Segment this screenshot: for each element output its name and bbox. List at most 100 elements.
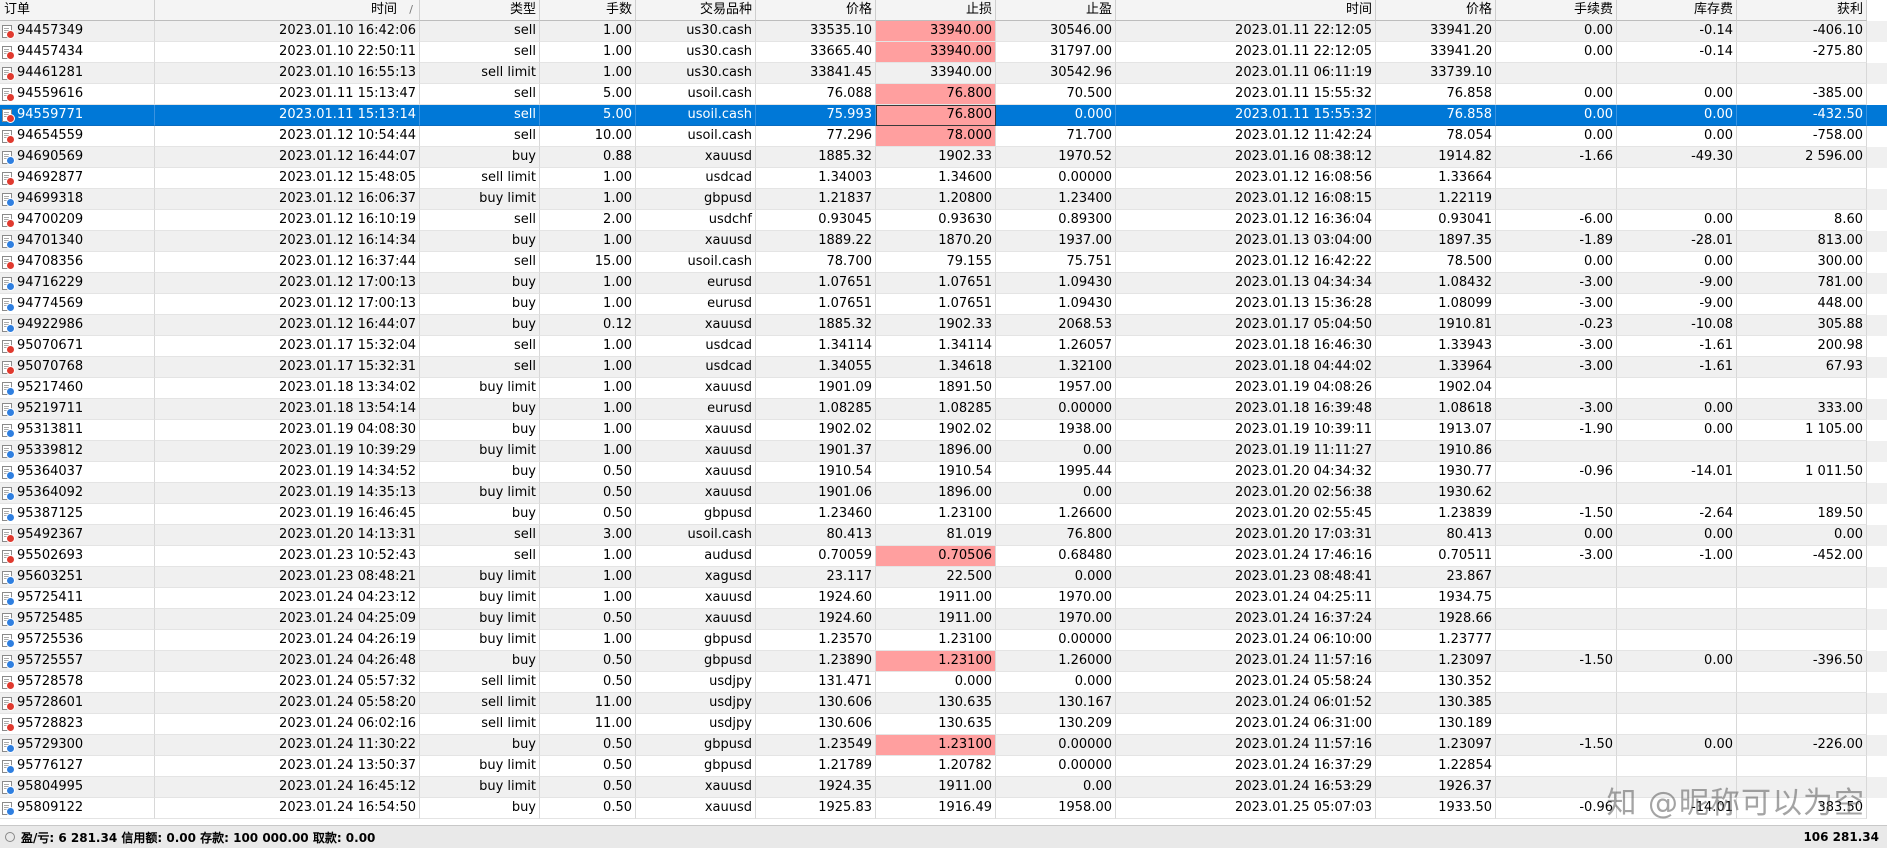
table-row[interactable]: 94922986 2023.01.12 16:44:07 buy 0.12 xauusd… xyxy=(0,315,1887,336)
cell-profit: 781.00 xyxy=(1737,273,1867,294)
cell-commission xyxy=(1496,189,1617,210)
table-row[interactable]: 95313811 2023.01.19 04:08:30 buy 1.00 xauusd… xyxy=(0,420,1887,441)
cell-type: buy xyxy=(420,399,540,420)
cell-profit xyxy=(1737,588,1867,609)
cell-commission xyxy=(1496,483,1617,504)
table-row[interactable]: 95776127 2023.01.24 13:50:37 buy limit 0.50… xyxy=(0,756,1887,777)
cell-sl: 1911.00 xyxy=(876,588,996,609)
cell-time: 2023.01.23 08:48:21 xyxy=(155,567,420,588)
table-row[interactable]: 94690569 2023.01.12 16:44:07 buy 0.88 xauusd… xyxy=(0,147,1887,168)
table-row[interactable]: 95364092 2023.01.19 14:35:13 buy limit 0.50… xyxy=(0,483,1887,504)
cell-profit: 448.00 xyxy=(1737,294,1867,315)
table-row[interactable]: 95725536 2023.01.24 04:26:19 buy limit 1.00… xyxy=(0,630,1887,651)
cell-tp: 0.00000 xyxy=(996,735,1116,756)
table-row[interactable]: 94774569 2023.01.12 17:00:13 buy 1.00 eurusd… xyxy=(0,294,1887,315)
cell-order: 95219711 xyxy=(0,399,155,420)
cell-profit xyxy=(1737,756,1867,777)
cell-profit: 200.98 xyxy=(1737,336,1867,357)
table-row[interactable]: 94692877 2023.01.12 15:48:05 sell limit 1.0… xyxy=(0,168,1887,189)
order-direction-badge-icon xyxy=(6,302,15,312)
table-row[interactable]: 95725411 2023.01.24 04:23:12 buy limit 1.00… xyxy=(0,588,1887,609)
table-row[interactable]: 94699318 2023.01.12 16:06:37 buy limit 1.00… xyxy=(0,189,1887,210)
col-header-order[interactable]: 订单 xyxy=(0,0,155,21)
table-row[interactable]: 95725557 2023.01.24 04:26:48 buy 0.50 gbpusd… xyxy=(0,651,1887,672)
table-row[interactable]: 94457434 2023.01.10 22:50:11 sell 1.00 us30.… xyxy=(0,42,1887,63)
col-header-type[interactable]: 类型 xyxy=(420,0,540,21)
table-row[interactable]: 94716229 2023.01.12 17:00:13 buy 1.00 eurusd… xyxy=(0,273,1887,294)
order-number: 94701340 xyxy=(17,233,84,248)
table-row[interactable]: 95729300 2023.01.24 11:30:22 buy 0.50 gbpusd… xyxy=(0,735,1887,756)
table-row[interactable]: 94700209 2023.01.12 16:10:19 sell 2.00 usdch… xyxy=(0,210,1887,231)
table-row[interactable]: 95809122 2023.01.24 16:54:50 buy 0.50 xauusd… xyxy=(0,798,1887,819)
col-header-tp[interactable]: 止盈 xyxy=(996,0,1116,21)
cell-order: 94559771 xyxy=(0,105,155,126)
cell-close-time: 2023.01.20 17:03:31 xyxy=(1116,525,1376,546)
table-row[interactable]: 94654559 2023.01.12 10:54:44 sell 10.00 usoi… xyxy=(0,126,1887,147)
cell-commission: 0.00 xyxy=(1496,252,1617,273)
table-row[interactable]: 95502693 2023.01.23 10:52:43 sell 1.00 audus… xyxy=(0,546,1887,567)
cell-symbol: xauusd xyxy=(636,462,756,483)
table-row[interactable]: 95728601 2023.01.24 05:58:20 sell limit 11.… xyxy=(0,693,1887,714)
table-row[interactable]: 94461281 2023.01.10 16:55:13 sell limit 1.0… xyxy=(0,63,1887,84)
table-row[interactable]: 94701340 2023.01.12 16:14:34 buy 1.00 xauusd… xyxy=(0,231,1887,252)
order-doc-icon xyxy=(2,759,15,774)
table-row[interactable]: 94457349 2023.01.10 16:42:06 sell 1.00 us30.… xyxy=(0,21,1887,42)
order-number: 94690569 xyxy=(17,149,84,164)
cell-close-time: 2023.01.25 05:07:03 xyxy=(1116,798,1376,819)
table-row[interactable]: 94708356 2023.01.12 16:37:44 sell 15.00 usoi… xyxy=(0,252,1887,273)
table-row[interactable]: 95219711 2023.01.18 13:54:14 buy 1.00 eurusd… xyxy=(0,399,1887,420)
order-direction-badge-icon xyxy=(6,155,15,165)
cell-volume: 0.50 xyxy=(540,756,636,777)
cell-sl: 1.23100 xyxy=(876,630,996,651)
cell-tp: 130.167 xyxy=(996,693,1116,714)
table-row[interactable]: 95804995 2023.01.24 16:45:12 buy limit 0.50… xyxy=(0,777,1887,798)
status-bar: 盈/亏: 6 281.34 信用额: 0.00 存款: 100 000.00 取… xyxy=(0,825,1887,848)
table-row[interactable]: 95364037 2023.01.19 14:34:52 buy 0.50 xauusd… xyxy=(0,462,1887,483)
cell-symbol: xauusd xyxy=(636,420,756,441)
col-header-symbol[interactable]: 交易品种 xyxy=(636,0,756,21)
col-header-profit[interactable]: 获利 xyxy=(1737,0,1867,21)
table-row[interactable]: 95339812 2023.01.19 10:39:29 buy limit 1.00… xyxy=(0,441,1887,462)
table-row[interactable]: 95070671 2023.01.17 15:32:04 sell 1.00 usdca… xyxy=(0,336,1887,357)
cell-sl: 1910.54 xyxy=(876,462,996,483)
cell-commission: 0.00 xyxy=(1496,126,1617,147)
cell-profit: 2 596.00 xyxy=(1737,147,1867,168)
cell-order: 95725536 xyxy=(0,630,155,651)
cell-close-price: 33739.10 xyxy=(1376,63,1496,84)
col-header-commission[interactable]: 手续费 xyxy=(1496,0,1617,21)
col-header-close-time[interactable]: 时间 xyxy=(1116,0,1376,21)
cell-commission: -1.66 xyxy=(1496,147,1617,168)
cell-symbol: usoil.cash xyxy=(636,525,756,546)
table-row[interactable]: 95070768 2023.01.17 15:32:31 sell 1.00 usdca… xyxy=(0,357,1887,378)
cell-sl: 1911.00 xyxy=(876,777,996,798)
table-row[interactable]: 95603251 2023.01.23 08:48:21 buy limit 1.00… xyxy=(0,567,1887,588)
order-number: 95364092 xyxy=(17,485,84,500)
cell-sl: 130.635 xyxy=(876,714,996,735)
cell-volume: 1.00 xyxy=(540,630,636,651)
table-row[interactable]: 95492367 2023.01.20 14:13:31 sell 3.00 usoil… xyxy=(0,525,1887,546)
col-header-volume[interactable]: 手数 xyxy=(540,0,636,21)
table-row[interactable]: 95728823 2023.01.24 06:02:16 sell limit 11.… xyxy=(0,714,1887,735)
cell-close-price: 1910.86 xyxy=(1376,441,1496,462)
table-row[interactable]: 94559616 2023.01.11 15:13:47 sell 5.00 usoil… xyxy=(0,84,1887,105)
table-row[interactable]: 94559771 2023.01.11 15:13:14 sell 5.00 usoil… xyxy=(0,105,1887,126)
table-row[interactable]: 95387125 2023.01.19 16:46:45 buy 0.50 gbpusd… xyxy=(0,504,1887,525)
table-row[interactable]: 95728578 2023.01.24 05:57:32 sell limit 0.5… xyxy=(0,672,1887,693)
cell-time: 2023.01.24 04:26:19 xyxy=(155,630,420,651)
table-row[interactable]: 95725485 2023.01.24 04:25:09 buy limit 0.50… xyxy=(0,609,1887,630)
cell-order: 95725485 xyxy=(0,609,155,630)
cell-price: 1910.54 xyxy=(756,462,876,483)
col-header-sl[interactable]: 止损 xyxy=(876,0,996,21)
cell-volume: 1.00 xyxy=(540,189,636,210)
cell-volume: 0.50 xyxy=(540,609,636,630)
col-header-close-price[interactable]: 价格 xyxy=(1376,0,1496,21)
col-header-time[interactable]: 时间 / xyxy=(155,0,420,21)
cell-type: buy limit xyxy=(420,441,540,462)
order-doc-icon xyxy=(2,150,15,165)
table-row[interactable]: 95217460 2023.01.18 13:34:02 buy limit 1.00… xyxy=(0,378,1887,399)
cell-close-price: 1897.35 xyxy=(1376,231,1496,252)
col-header-price[interactable]: 价格 xyxy=(756,0,876,21)
col-header-swap[interactable]: 库存费 xyxy=(1617,0,1737,21)
order-direction-badge-icon xyxy=(6,638,15,648)
cell-commission: -1.50 xyxy=(1496,735,1617,756)
